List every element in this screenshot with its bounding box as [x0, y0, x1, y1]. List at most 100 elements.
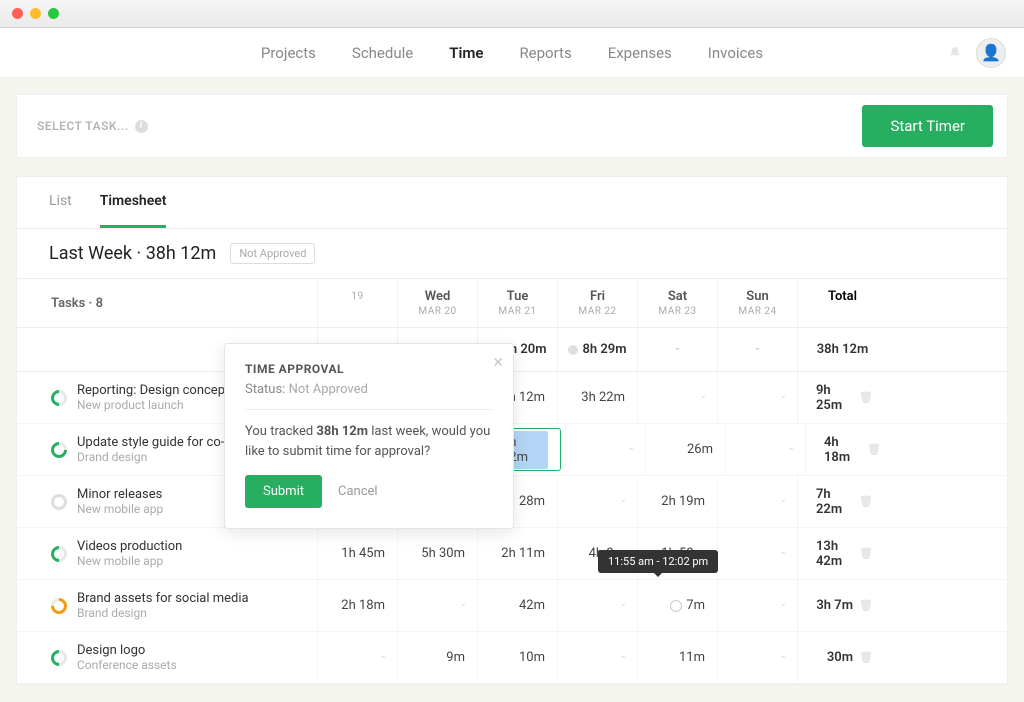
tab-list[interactable]: List	[49, 177, 72, 228]
time-cell[interactable]: 2h 19m	[637, 476, 717, 527]
submit-button[interactable]: Submit	[245, 475, 322, 508]
clock-icon	[670, 600, 682, 612]
tasks-header: Tasks · 8	[17, 279, 317, 327]
progress-ring-icon	[48, 386, 71, 409]
nav-expenses[interactable]: Expenses	[608, 44, 672, 62]
task-cell[interactable]: Brand assets for social mediaBrand desig…	[17, 580, 317, 631]
time-tooltip: 11:55 am - 12:02 pm	[598, 550, 718, 573]
time-cell[interactable]: 10m	[477, 632, 557, 683]
time-cell[interactable]: 7m11:55 am - 12:02 pm	[637, 580, 717, 631]
task-title: Reporting: Design concept c	[77, 383, 239, 398]
top-nav: Projects Schedule Time Reports Expenses Invoi…	[0, 28, 1024, 78]
time-cell[interactable]: -	[397, 580, 477, 631]
task-cell[interactable]: Videos productionNew mobile app	[17, 528, 317, 579]
window-close-button[interactable]	[12, 8, 23, 19]
time-cell[interactable]: 2h 18m	[317, 580, 397, 631]
popover-status: Status: Not Approved	[245, 382, 493, 410]
time-cell[interactable]: 1h 45m	[317, 528, 397, 579]
window-chrome	[0, 0, 1024, 28]
start-timer-button[interactable]: Start Timer	[862, 105, 993, 147]
time-cell[interactable]: 42m	[477, 580, 557, 631]
day-header: TueMAR 21	[477, 279, 557, 327]
nav-reports[interactable]: Reports	[519, 44, 571, 62]
time-cell[interactable]: 3h 22m	[557, 372, 637, 423]
progress-ring-icon	[48, 438, 71, 461]
time-cell[interactable]: -	[725, 424, 805, 475]
time-approval-popover: × TIME APPROVAL Status: Not Approved You…	[224, 343, 514, 529]
row-total: 3h 7m🗑	[797, 580, 887, 631]
time-cell[interactable]: -	[717, 528, 797, 579]
task-project: Brand design	[77, 606, 249, 620]
day-header: SunMAR 24	[717, 279, 797, 327]
time-cell[interactable]: -	[637, 372, 717, 423]
day-header: WedMAR 20	[397, 279, 477, 327]
day-header: 19	[317, 279, 397, 327]
progress-ring-icon	[48, 542, 71, 565]
table-row: Brand assets for social mediaBrand desig…	[17, 580, 1007, 632]
grand-total: 38h 12m	[797, 328, 887, 371]
time-cell[interactable]: -	[565, 424, 645, 475]
nav-time[interactable]: Time	[449, 44, 483, 62]
delete-icon[interactable]: 🗑	[859, 495, 869, 508]
nav-schedule[interactable]: Schedule	[352, 44, 413, 62]
delete-icon[interactable]: 🗑	[867, 443, 877, 456]
week-title: Last Week · 38h 12m	[49, 243, 216, 264]
task-cell[interactable]: Design logoConference assets	[17, 632, 317, 683]
task-title: Brand assets for social media	[77, 591, 249, 606]
nav-invoices[interactable]: Invoices	[708, 44, 763, 62]
popover-title: TIME APPROVAL	[245, 362, 493, 376]
info-icon: i	[135, 120, 148, 133]
progress-ring-icon	[48, 646, 71, 669]
nav-projects[interactable]: Projects	[261, 44, 316, 62]
row-total: 30m🗑	[797, 632, 887, 683]
time-cell[interactable]: 11m	[637, 632, 717, 683]
delete-icon[interactable]: 🗑	[859, 599, 869, 612]
time-cell[interactable]: -	[717, 476, 797, 527]
day-total: -	[637, 328, 717, 371]
time-cell[interactable]: 5h 30m	[397, 528, 477, 579]
row-total: 9h 25m🗑	[797, 372, 887, 423]
day-header: FriMAR 22	[557, 279, 637, 327]
task-project: New mobile app	[77, 502, 163, 516]
task-title: Minor releases	[77, 487, 163, 502]
task-select-input[interactable]: SELECT TASK... i	[37, 119, 148, 133]
cancel-button[interactable]: Cancel	[338, 484, 378, 499]
avatar[interactable]: 👤	[976, 38, 1006, 68]
day-total: 8h 29m	[557, 328, 637, 371]
time-cell[interactable]: -	[557, 476, 637, 527]
row-total: 4h 18m🗑	[805, 424, 895, 475]
time-cell[interactable]: -	[317, 632, 397, 683]
time-cell[interactable]: -	[717, 632, 797, 683]
delete-icon[interactable]: 🗑	[859, 651, 869, 664]
day-total: -	[717, 328, 797, 371]
time-cell[interactable]: -	[717, 372, 797, 423]
close-icon[interactable]: ×	[493, 352, 503, 373]
table-row: Design logoConference assets-9m10m-11m-3…	[17, 632, 1007, 684]
time-cell[interactable]: -	[717, 580, 797, 631]
delete-icon[interactable]: 🗑	[859, 391, 869, 404]
window-zoom-button[interactable]	[48, 8, 59, 19]
task-project: Drand design	[77, 450, 234, 464]
time-cell[interactable]: -	[557, 580, 637, 631]
time-cell[interactable]: 2h 11m	[477, 528, 557, 579]
task-placeholder-text: SELECT TASK...	[37, 119, 129, 133]
time-cell[interactable]: 9m	[397, 632, 477, 683]
time-cell[interactable]: 26m	[645, 424, 725, 475]
task-title: Update style guide for co-w	[77, 435, 234, 450]
task-project: Conference assets	[77, 658, 177, 672]
task-title: Design logo	[77, 643, 177, 658]
task-project: New mobile app	[77, 554, 182, 568]
tab-timesheet[interactable]: Timesheet	[100, 177, 167, 228]
time-cell[interactable]: -	[557, 632, 637, 683]
delete-icon[interactable]: 🗑	[859, 547, 869, 560]
task-title: Videos production	[77, 539, 182, 554]
total-header: Total	[797, 279, 887, 327]
table-row: Videos productionNew mobile app1h 45m5h …	[17, 528, 1007, 580]
popover-body: You tracked 38h 12m last week, would you…	[245, 422, 493, 461]
progress-ring-icon	[48, 594, 71, 617]
notification-icon[interactable]	[948, 46, 962, 60]
task-project: New product launch	[77, 398, 239, 412]
window-minimize-button[interactable]	[30, 8, 41, 19]
day-header: SatMAR 23	[637, 279, 717, 327]
row-total: 7h 22m🗑	[797, 476, 887, 527]
